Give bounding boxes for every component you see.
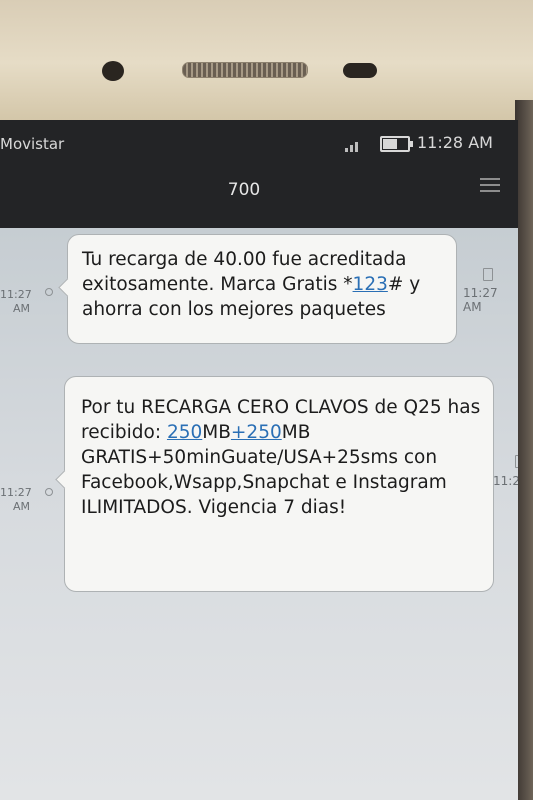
sim-icon	[515, 455, 518, 468]
status-bar: Movistar 11:28 AM	[0, 120, 518, 166]
contact-title: 700	[227, 180, 261, 200]
sim-icon	[483, 268, 493, 281]
message-bubble[interactable]: Tu recarga de 40.00 fue acreditada exito…	[67, 234, 457, 344]
status-dot-icon	[45, 288, 53, 296]
proximity-sensor	[343, 63, 377, 78]
message-time-left: 11:27 AM	[0, 486, 32, 513]
phone-screen: Movistar 11:28 AM 700 11:27 AM Tu recarg…	[0, 120, 518, 800]
message-time-right: 11:27 AM	[463, 286, 498, 314]
data-link[interactable]: +250	[231, 422, 282, 443]
message-text: MB	[202, 422, 231, 443]
earpiece-speaker	[182, 62, 308, 78]
status-time: 11:28 AM	[417, 133, 493, 152]
phone-bezel	[0, 0, 533, 140]
message-time-right: 11:27	[493, 474, 518, 488]
message-list[interactable]: 11:27 AM Tu recarga de 40.00 fue acredit…	[0, 228, 518, 800]
carrier-name: Movistar	[0, 135, 65, 153]
battery-icon	[380, 136, 413, 152]
status-dot-icon	[45, 488, 53, 496]
conversation-header: 700	[0, 166, 518, 228]
message-bubble[interactable]: Por tu RECARGA CERO CLAVOS de Q25 has re…	[64, 376, 494, 592]
front-camera	[102, 61, 124, 81]
data-link[interactable]: 250	[167, 422, 202, 443]
ussd-link[interactable]: 123	[353, 274, 388, 295]
menu-icon[interactable]	[480, 178, 500, 192]
signal-icon	[345, 140, 363, 152]
message-time-left: 11:27 AM	[0, 288, 32, 315]
